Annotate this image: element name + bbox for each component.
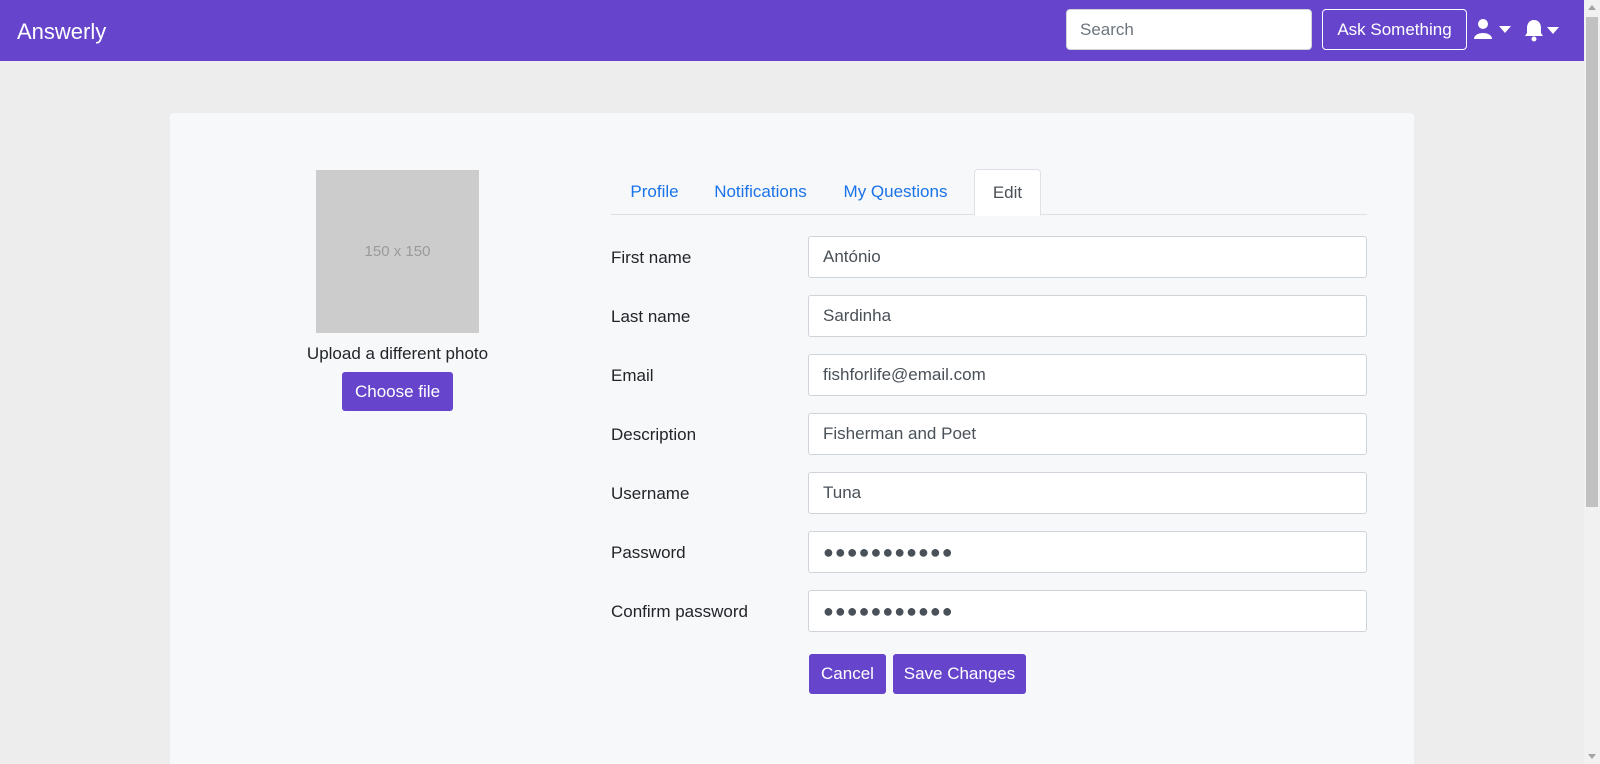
- confirm-password-field[interactable]: [808, 590, 1367, 632]
- confirm-password-label: Confirm password: [611, 602, 748, 621]
- chevron-down-icon: [1547, 26, 1559, 34]
- last-name-label: Last name: [611, 307, 691, 326]
- password-field[interactable]: [808, 531, 1367, 573]
- profile-photo-placeholder: 150 x 150: [316, 170, 479, 333]
- last-name-field[interactable]: [808, 295, 1367, 337]
- scroll-up-arrow-icon[interactable]: [1588, 5, 1596, 10]
- description-field[interactable]: [808, 413, 1367, 455]
- cancel-button[interactable]: Cancel: [809, 654, 886, 694]
- scroll-down-arrow-icon[interactable]: [1588, 754, 1596, 759]
- first-name-label: First name: [611, 248, 692, 267]
- chevron-down-icon: [1499, 25, 1511, 33]
- user-icon: [1474, 19, 1492, 39]
- bell-icon: [1525, 20, 1543, 42]
- scrollbar-thumb[interactable]: [1586, 17, 1598, 507]
- app-viewport: Answerly Ask Something 150 x 150 Upload …: [0, 0, 1600, 764]
- tab-my-questions[interactable]: My Questions: [823, 169, 968, 215]
- top-navbar: Answerly Ask Something: [0, 0, 1584, 61]
- notifications-menu-button[interactable]: [1524, 18, 1559, 42]
- tab-edit[interactable]: Edit: [974, 169, 1041, 216]
- ask-something-button[interactable]: Ask Something: [1322, 9, 1467, 50]
- username-label: Username: [611, 484, 690, 503]
- user-menu-button[interactable]: [1474, 18, 1511, 40]
- search-input[interactable]: [1066, 9, 1312, 50]
- choose-file-button[interactable]: Choose file: [342, 372, 453, 411]
- tab-profile[interactable]: Profile: [611, 169, 698, 215]
- save-changes-button[interactable]: Save Changes: [893, 654, 1026, 694]
- profile-edit-card: 150 x 150 Upload a different photo Choos…: [170, 113, 1414, 764]
- email-field[interactable]: [808, 354, 1367, 396]
- upload-photo-label: Upload a different photo: [306, 344, 489, 363]
- brand-logo[interactable]: Answerly: [17, 19, 106, 45]
- first-name-field[interactable]: [808, 236, 1367, 278]
- username-field[interactable]: [808, 472, 1367, 514]
- password-label: Password: [611, 543, 686, 562]
- profile-tabs: Profile Notifications My Questions Edit: [611, 169, 1367, 216]
- tab-notifications[interactable]: Notifications: [698, 169, 823, 215]
- email-label: Email: [611, 366, 654, 385]
- photo-size-label: 150 x 150: [364, 243, 431, 260]
- description-label: Description: [611, 425, 697, 444]
- page-scrollbar[interactable]: [1584, 0, 1600, 764]
